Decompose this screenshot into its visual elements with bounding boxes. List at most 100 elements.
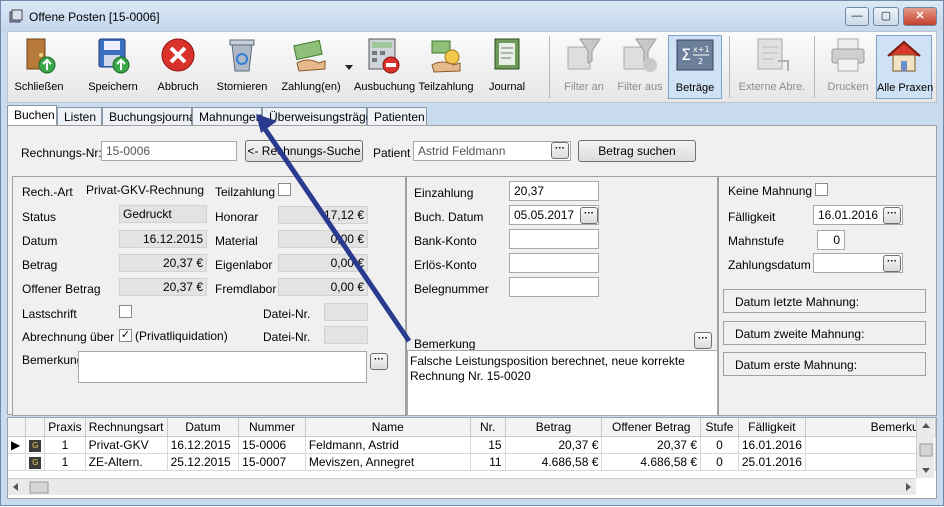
save-button[interactable]: Speichern — [88, 35, 138, 99]
datei-nr-label-1: Datei-Nr. — [263, 307, 311, 321]
zahlungsdatum-picker[interactable]: ··· — [883, 255, 901, 272]
betrag-value: 20,37 € — [119, 254, 207, 272]
teilzahlung-label: Teilzahlung — [215, 185, 276, 199]
all-practices-button[interactable]: Alle Praxen — [876, 35, 933, 99]
buch-datum-picker[interactable]: ··· — [580, 207, 598, 224]
rechnungs-suche-button[interactable]: <- Rechnungs-Suche — [245, 140, 363, 162]
table-header: Praxis Rechnungsart Datum Nummer Name Nr… — [8, 418, 936, 437]
filter-off-button[interactable]: Filter aus — [612, 35, 668, 99]
col-stufe[interactable]: Stufe — [700, 418, 739, 437]
table-row[interactable]: ▶ G 1 Privat-GKV 16.12.2015 15-0006 Feld… — [8, 436, 936, 454]
offener-betrag-value: 20,37 € — [119, 278, 207, 296]
close-button[interactable]: ✕ — [903, 7, 937, 26]
gs-badge-icon: G — [25, 453, 46, 471]
maximize-button[interactable]: ▢ — [873, 7, 899, 26]
tab-patienten[interactable]: Patienten — [367, 107, 427, 125]
close-document-button[interactable]: Schließen — [14, 35, 64, 99]
letzte-mahnung-box: Datum letzte Mahnung: — [723, 289, 926, 313]
payments-dropdown-arrow[interactable] — [344, 35, 354, 99]
faelligkeit-picker[interactable]: ··· — [883, 207, 901, 224]
tab-mahnungen[interactable]: Mahnungen — [192, 107, 262, 125]
door-exit-icon — [26, 38, 56, 74]
rechart-label: Rech.-Art — [22, 185, 73, 199]
belegnummer-label: Belegnummer — [414, 282, 489, 296]
zahlungsdatum-label: Zahlungsdatum — [728, 258, 811, 272]
honorar-label: Honorar — [215, 210, 259, 224]
col-offener-betrag[interactable]: Offener Betrag — [601, 418, 702, 437]
tab-ueberweisungstraeger[interactable]: Überweisungsträger — [262, 107, 376, 125]
table-horizontal-scrollbar[interactable] — [8, 478, 916, 495]
journal-book-icon — [494, 38, 520, 70]
rechnungsnr-input[interactable]: 15-0006 — [101, 141, 237, 161]
datei-nr-value-2 — [324, 326, 368, 344]
col-faelligkeit[interactable]: Fälligkeit — [738, 418, 806, 437]
filter-off-icon — [623, 38, 657, 72]
cell-faelligkeit: 16.01.2016 — [738, 436, 806, 454]
tab-buchungsjournal[interactable]: Buchungsjournal — [102, 107, 198, 125]
row-pointer-empty — [8, 453, 27, 471]
keine-mahnung-checkbox[interactable] — [815, 183, 828, 196]
print-button[interactable]: Drucken — [820, 35, 876, 99]
datum-value: 16.12.2015 — [119, 230, 207, 248]
window-title: Offene Posten [15-0006] — [29, 10, 160, 24]
einzahlung-input[interactable]: 20,37 — [509, 181, 599, 201]
write-off-button[interactable]: Ausbuchung — [354, 35, 415, 99]
col-nummer[interactable]: Nummer — [238, 418, 306, 437]
col-name[interactable]: Name — [305, 418, 471, 437]
col-praxis[interactable]: Praxis — [44, 418, 86, 437]
svg-text:Σ: Σ — [681, 45, 691, 64]
filter-on-button[interactable]: Filter an — [556, 35, 612, 99]
honorar-value: 17,12 € — [278, 206, 368, 224]
teilzahlung-checkbox[interactable] — [278, 183, 291, 196]
material-value: 0,00 € — [278, 230, 368, 248]
cell-name: Feldmann, Astrid — [305, 436, 471, 454]
col-betrag[interactable]: Betrag — [505, 418, 603, 437]
status-label: Status — [22, 210, 57, 224]
col-datum[interactable]: Datum — [167, 418, 240, 437]
belegnummer-input[interactable] — [509, 277, 599, 297]
cancel-x-icon — [161, 38, 195, 72]
external-billing-button[interactable]: Externe Abre. — [736, 35, 808, 99]
partial-payment-icon — [431, 40, 461, 73]
table-row[interactable]: G 1 ZE-Altern. 25.12.2015 15-0007 Mevisz… — [8, 453, 936, 471]
bemerkung-textarea[interactable] — [78, 351, 367, 383]
cell-nr: 15 — [470, 436, 506, 454]
partial-payment-button[interactable]: Teilzahlung — [418, 35, 474, 99]
toolbar-separator — [729, 36, 730, 98]
amounts-button[interactable]: Σx+1 2 Beträge — [668, 35, 722, 99]
payment-bemerkung-edit-button[interactable]: ··· — [694, 332, 712, 349]
patient-input[interactable]: Astrid Feldmann — [413, 141, 571, 161]
cell-stufe: 0 — [700, 453, 739, 471]
cell-praxis: 1 — [44, 453, 86, 471]
lastschrift-checkbox[interactable] — [119, 305, 132, 318]
abrechnung-checkbox[interactable]: ✓ — [119, 329, 132, 342]
erste-mahnung-label: Datum erste Mahnung: — [735, 358, 858, 372]
eigenlabor-value: 0,00 € — [278, 254, 368, 272]
external-billing-icon — [757, 38, 789, 71]
minimize-button[interactable]: — — [845, 7, 869, 26]
status-value: Gedruckt — [119, 205, 207, 223]
tab-listen[interactable]: Listen — [57, 107, 102, 125]
payment-section: Einzahlung 20,37 Buch. Datum 05.05.2017 … — [406, 176, 718, 416]
table-vertical-scrollbar[interactable] — [916, 418, 934, 478]
bank-konto-input[interactable] — [509, 229, 599, 249]
col-rechnungsart[interactable]: Rechnungsart — [85, 418, 168, 437]
payment-bemerkung-textarea[interactable]: Falsche Leistungsposition berechnet, neu… — [407, 350, 718, 416]
tab-buchen[interactable]: Buchen — [7, 105, 57, 125]
col-nr[interactable]: Nr. — [470, 418, 506, 437]
journal-button[interactable]: Journal — [482, 35, 532, 99]
cell-faelligkeit: 25.01.2016 — [738, 453, 806, 471]
payments-button[interactable]: Zahlung(en) — [276, 35, 346, 99]
erloes-konto-input[interactable] — [509, 253, 599, 273]
cell-betrag: 4.686,58 € — [505, 453, 603, 471]
betrag-suchen-button[interactable]: Betrag suchen — [578, 140, 696, 162]
einzahlung-label: Einzahlung — [414, 186, 474, 200]
cancel-button[interactable]: Abbruch — [154, 35, 202, 99]
bemerkung-edit-button[interactable]: ··· — [370, 353, 388, 370]
datei-nr-value-1 — [324, 303, 368, 321]
patient-browse-button[interactable]: ··· — [551, 142, 569, 159]
cancel-invoice-button[interactable]: Stornieren — [214, 35, 270, 99]
cell-art: ZE-Altern. — [85, 453, 168, 471]
betrag-label: Betrag — [22, 258, 58, 272]
mahnstufe-spinner[interactable]: 0 — [817, 230, 845, 250]
